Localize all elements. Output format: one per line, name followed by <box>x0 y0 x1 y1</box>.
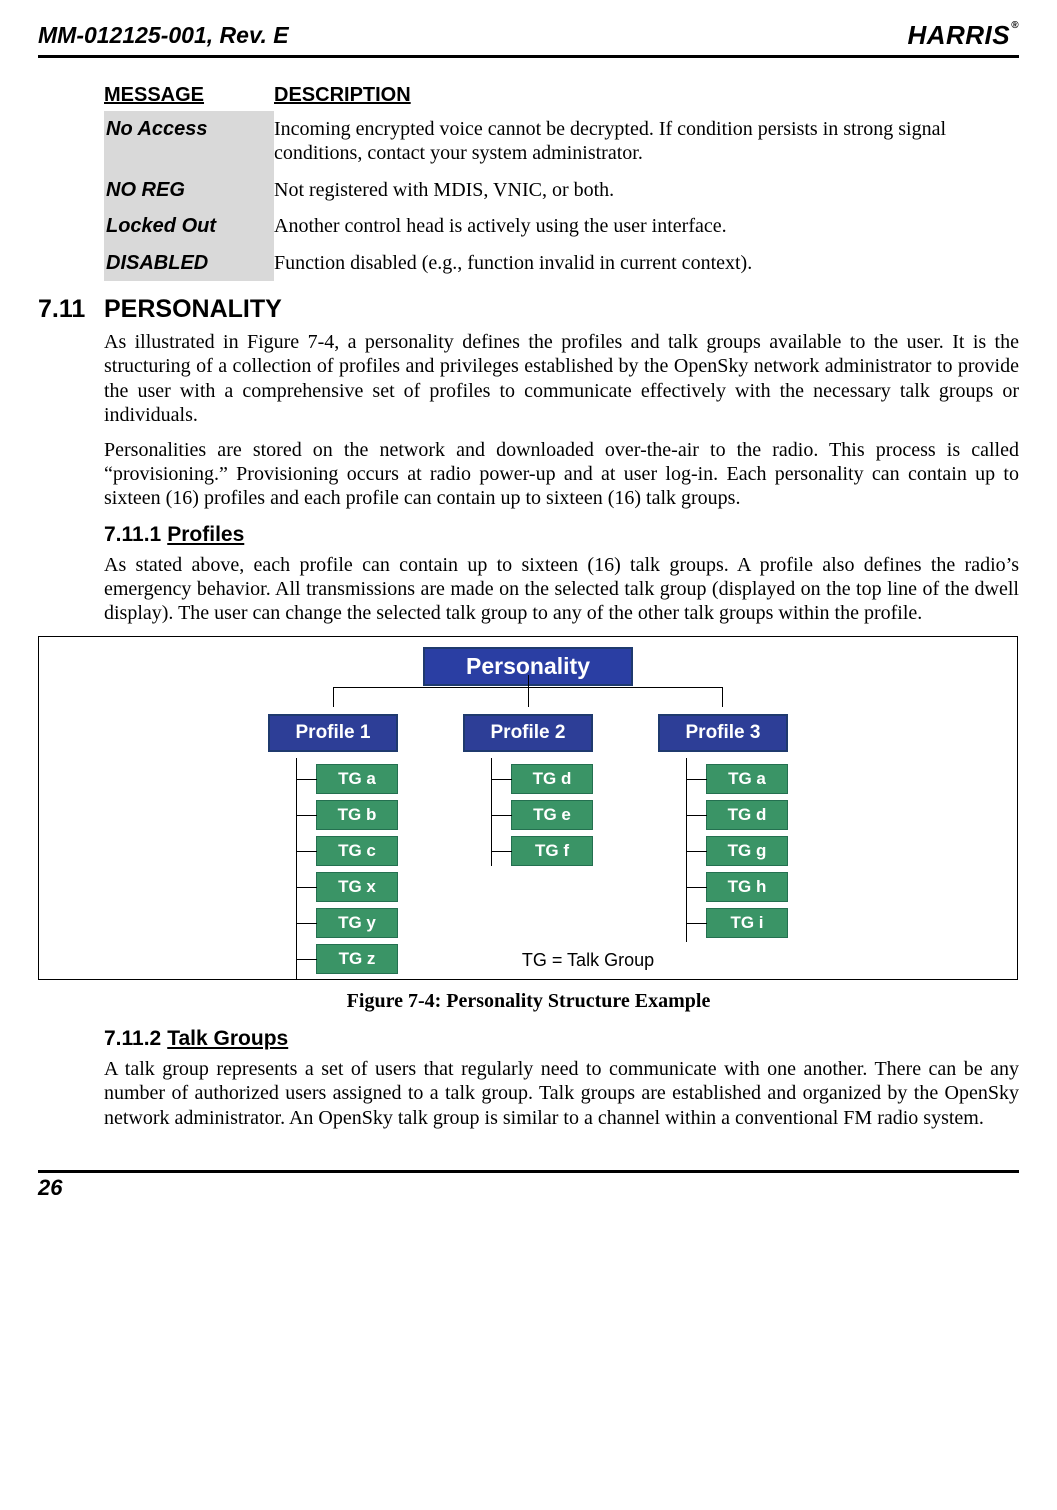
msg-cell: DISABLED <box>104 245 274 281</box>
section-7-11: 7.11PERSONALITY <box>38 295 1019 324</box>
profile-2-box: Profile 2 <box>463 714 593 752</box>
subsection-number: 7.11.2 <box>104 1027 161 1050</box>
profile-row: Profile 1 Profile 2 Profile 3 <box>268 714 788 752</box>
col-message: MESSAGE <box>104 80 274 111</box>
section-title: PERSONALITY <box>104 295 282 323</box>
subsection-title: Profiles <box>167 523 244 546</box>
registered-icon: ® <box>1011 20 1019 31</box>
msg-cell: No Access <box>104 111 274 172</box>
table-row: NO REG Not registered with MDIS, VNIC, o… <box>104 172 1019 208</box>
figure-frame: Personality Profile 1 Profile 2 Profile … <box>38 636 1018 980</box>
tg-box: TG a <box>706 764 788 794</box>
tg-box: TG i <box>706 908 788 938</box>
msg-cell: NO REG <box>104 172 274 208</box>
personality-diagram: Personality Profile 1 Profile 2 Profile … <box>268 647 788 971</box>
tg-box: TG e <box>511 800 593 830</box>
tg-box: TG z <box>316 944 398 974</box>
desc-cell: Another control head is actively using t… <box>274 208 1019 244</box>
para: A talk group represents a set of users t… <box>104 1057 1019 1130</box>
section-7-11-1: 7.11.1 Profiles <box>104 523 1019 547</box>
para: As stated above, each profile can contai… <box>104 553 1019 626</box>
page-number: 26 <box>38 1175 1019 1201</box>
col-description: DESCRIPTION <box>274 80 1019 111</box>
message-table: MESSAGE DESCRIPTION No Access Incoming e… <box>104 80 1019 281</box>
tg-box: TG f <box>511 836 593 866</box>
connector-lines <box>268 677 788 707</box>
subsection-title: Talk Groups <box>167 1027 288 1050</box>
subsection-number: 7.11.1 <box>104 523 161 546</box>
para: Personalities are stored on the network … <box>104 438 1019 511</box>
col-profile-3: TG a TG d TG g TG h TG i <box>658 758 788 974</box>
tg-box: TG x <box>316 872 398 902</box>
tg-box: TG d <box>511 764 593 794</box>
desc-cell: Not registered with MDIS, VNIC, or both. <box>274 172 1019 208</box>
figure-caption: Figure 7-4: Personality Structure Exampl… <box>38 990 1019 1013</box>
desc-cell: Incoming encrypted voice cannot be decry… <box>274 111 1019 172</box>
tg-columns: TG a TG b TG c TG x TG y TG z TG d TG e … <box>268 758 788 974</box>
profile-1-box: Profile 1 <box>268 714 398 752</box>
table-row: DISABLED Function disabled (e.g., functi… <box>104 245 1019 281</box>
page-footer: 26 <box>38 1170 1019 1201</box>
tg-box: TG h <box>706 872 788 902</box>
brand-logo: HARRIS® <box>907 20 1019 51</box>
logo-text: HARRIS <box>907 20 1010 51</box>
doc-number: MM-012125-001, Rev. E <box>38 22 289 49</box>
para: As illustrated in Figure 7-4, a personal… <box>104 330 1019 428</box>
page-body: MESSAGE DESCRIPTION No Access Incoming e… <box>38 80 1019 1130</box>
table-row: Locked Out Another control head is activ… <box>104 208 1019 244</box>
section-7-11-2: 7.11.2 Talk Groups <box>104 1027 1019 1051</box>
col-profile-2: TG d TG e TG f <box>463 758 593 974</box>
table-row: No Access Incoming encrypted voice canno… <box>104 111 1019 172</box>
tg-box: TG g <box>706 836 788 866</box>
page: MM-012125-001, Rev. E HARRIS® MESSAGE DE… <box>0 0 1057 1221</box>
table-header-row: MESSAGE DESCRIPTION <box>104 80 1019 111</box>
msg-cell: Locked Out <box>104 208 274 244</box>
profile-3-box: Profile 3 <box>658 714 788 752</box>
tg-box: TG a <box>316 764 398 794</box>
tg-box: TG c <box>316 836 398 866</box>
col-profile-1: TG a TG b TG c TG x TG y TG z <box>268 758 398 974</box>
tg-box: TG d <box>706 800 788 830</box>
tg-box: TG b <box>316 800 398 830</box>
desc-cell: Function disabled (e.g., function invali… <box>274 245 1019 281</box>
page-header: MM-012125-001, Rev. E HARRIS® <box>38 20 1019 58</box>
section-number: 7.11 <box>38 295 104 324</box>
tg-box: TG y <box>316 908 398 938</box>
